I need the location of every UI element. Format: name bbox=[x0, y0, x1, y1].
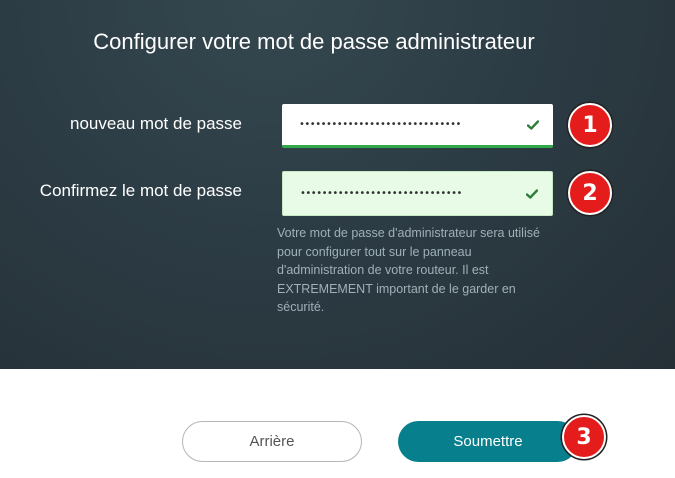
confirm-password-field[interactable]: •••••••••••••••••••••••••••••• bbox=[282, 171, 553, 216]
annotation-badge-1: 1 bbox=[568, 103, 612, 147]
back-button[interactable]: Arrière bbox=[182, 421, 362, 462]
check-icon bbox=[526, 188, 538, 199]
new-password-value: •••••••••••••••••••••••••••••• bbox=[299, 119, 461, 130]
check-icon bbox=[527, 119, 539, 130]
password-help-text: Votre mot de passe d'administrateur sera… bbox=[277, 226, 540, 315]
annotation-badge-3: 3 bbox=[562, 415, 606, 459]
confirm-password-label: Confirmez le mot de passe bbox=[39, 181, 242, 200]
new-password-label: nouveau mot de passe bbox=[69, 114, 242, 133]
page-title: Configurer votre mot de passe administra… bbox=[93, 29, 535, 54]
submit-button[interactable]: Soumettre bbox=[398, 421, 578, 462]
new-password-field[interactable]: •••••••••••••••••••••••••••••• bbox=[282, 104, 553, 148]
annotation-badge-2: 2 bbox=[568, 171, 612, 215]
confirm-password-value: •••••••••••••••••••••••••••••• bbox=[300, 188, 462, 199]
